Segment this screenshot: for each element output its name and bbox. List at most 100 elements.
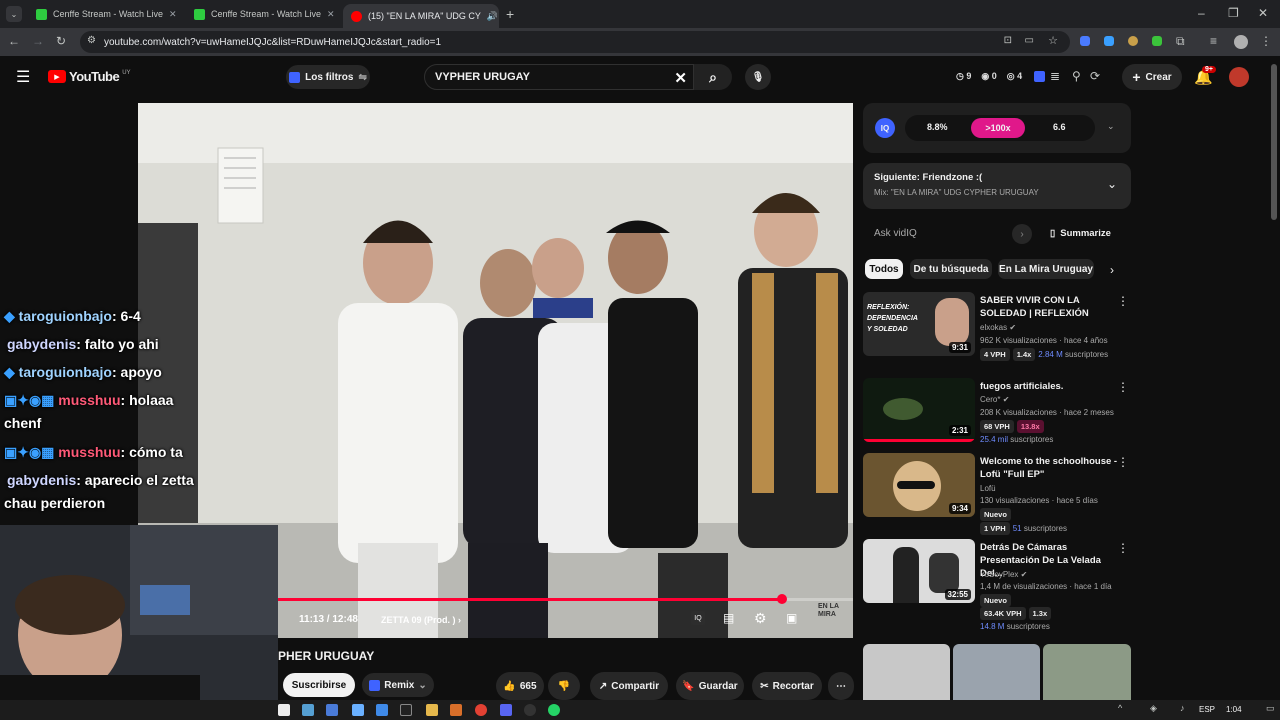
trophy-icon[interactable]: ⚲ bbox=[1072, 69, 1081, 83]
more-vert-icon[interactable]: ⋮ bbox=[1117, 455, 1129, 469]
tab-2[interactable]: Cenffe Stream - Watch Live ✕ bbox=[186, 3, 341, 25]
recommendation-item[interactable]: 9:34 Welcome to the schoolhouse - Lofü "… bbox=[863, 453, 1133, 535]
extension-icon[interactable] bbox=[1104, 36, 1114, 46]
short-thumbnail[interactable] bbox=[1043, 644, 1131, 700]
youtube-logo[interactable]: ▶ YouTube UY bbox=[48, 69, 131, 84]
tab-close-icon[interactable]: ✕ bbox=[169, 9, 177, 20]
discord-icon[interactable] bbox=[500, 704, 512, 716]
progress-bar[interactable] bbox=[278, 598, 853, 601]
minimize-icon[interactable]: – bbox=[1198, 6, 1205, 20]
chip-en-la-mira[interactable]: En La Mira Uruguay bbox=[998, 259, 1094, 279]
site-info-icon[interactable]: ⚙ bbox=[87, 35, 96, 46]
tray-chevron-icon[interactable]: ^ bbox=[1118, 703, 1122, 713]
whatsapp-icon[interactable] bbox=[548, 704, 560, 716]
app-icon[interactable] bbox=[352, 704, 364, 716]
channel-name[interactable]: Lofü bbox=[980, 484, 996, 493]
like-button[interactable]: 👍 665 bbox=[496, 672, 544, 700]
share-button[interactable]: ↗ Compartir bbox=[590, 672, 668, 700]
new-tab-icon[interactable]: + bbox=[506, 6, 514, 22]
more-actions-button[interactable]: ⋯ bbox=[828, 672, 854, 700]
extension-icon[interactable] bbox=[1128, 36, 1138, 46]
video-thumbnail[interactable]: 2:31 bbox=[863, 378, 975, 442]
start-icon[interactable] bbox=[278, 704, 290, 716]
settings-gear-icon[interactable]: ⚙ bbox=[754, 610, 767, 627]
tab-close-icon[interactable]: ✕ bbox=[327, 9, 335, 20]
up-next-panel[interactable]: Siguiente: Friendzone :( Mix: "EN LA MIR… bbox=[863, 163, 1131, 209]
dislike-button[interactable]: 👎 bbox=[548, 672, 580, 700]
channel-name[interactable]: YoSoyPlex ✔ bbox=[980, 570, 1027, 579]
create-button[interactable]: + Crear bbox=[1122, 64, 1182, 90]
browser-menu-icon[interactable]: ⋮ bbox=[1260, 34, 1272, 48]
vidiq-player-icon[interactable]: IQ bbox=[691, 611, 705, 625]
maximize-icon[interactable]: ❐ bbox=[1228, 6, 1239, 20]
app-icon[interactable] bbox=[400, 704, 412, 716]
menu-hamburger-icon[interactable]: ☰ bbox=[16, 67, 30, 87]
recommendation-item[interactable]: REFLEXIÓN: DEPENDENCIA Y SOLEDAD 9:31 SA… bbox=[863, 292, 1133, 364]
miniplayer-icon[interactable]: ▣ bbox=[786, 611, 797, 625]
chip-all[interactable]: Todos bbox=[865, 259, 903, 279]
account-avatar[interactable] bbox=[1229, 67, 1249, 87]
short-thumbnail[interactable] bbox=[863, 644, 950, 700]
chapter-button[interactable]: ZETTA 09 (Prod. ) › bbox=[381, 615, 461, 625]
more-vert-icon[interactable]: ⋮ bbox=[1117, 380, 1129, 394]
app-icon[interactable] bbox=[450, 704, 462, 716]
tab-1[interactable]: Cenffe Stream - Watch Live ✕ bbox=[28, 3, 180, 25]
address-bar[interactable]: ⚙ youtube.com/watch?v=uwHameIJQJc&list=R… bbox=[80, 31, 1070, 53]
close-window-icon[interactable]: ✕ bbox=[1258, 6, 1268, 20]
profile-avatar-icon[interactable] bbox=[1234, 35, 1248, 49]
forward-icon[interactable]: → bbox=[32, 34, 44, 48]
extension-icon[interactable] bbox=[1080, 36, 1090, 46]
app-icon[interactable] bbox=[524, 704, 536, 716]
list-icon[interactable]: ≣ bbox=[1050, 69, 1060, 83]
clear-search-icon[interactable]: ✕ bbox=[674, 69, 687, 87]
chrome-icon[interactable] bbox=[475, 704, 487, 716]
vidiq-icon[interactable] bbox=[1034, 71, 1045, 82]
volume-icon[interactable]: ♪ bbox=[1180, 703, 1185, 713]
folder-icon[interactable] bbox=[426, 704, 438, 716]
send-arrow-icon[interactable]: › bbox=[1012, 224, 1032, 244]
remix-button[interactable]: Remix ⌄ bbox=[362, 673, 434, 697]
refresh-icon[interactable]: ⟳ bbox=[1090, 69, 1100, 83]
app-icon[interactable] bbox=[326, 704, 338, 716]
clip-button[interactable]: ✂ Recortar bbox=[752, 672, 822, 700]
more-vert-icon[interactable]: ⋮ bbox=[1117, 541, 1129, 555]
short-thumbnail[interactable] bbox=[953, 644, 1040, 700]
clock[interactable]: 1:04 bbox=[1226, 705, 1242, 714]
progress-scrubber[interactable] bbox=[776, 594, 787, 604]
recommendation-item[interactable]: 2:31 fuegos artificiales. Cero* ✔ 208 K … bbox=[863, 378, 1133, 450]
bookmark-star-icon[interactable]: ☆ bbox=[1048, 34, 1058, 47]
voice-search-button[interactable]: 🎙 bbox=[745, 64, 771, 90]
tab-search-icon[interactable]: ⌄ bbox=[6, 6, 22, 22]
filters-button[interactable]: Los filtros ⇋ bbox=[286, 65, 370, 89]
app-icon[interactable] bbox=[376, 704, 388, 716]
channel-name[interactable]: Cero* ✔ bbox=[980, 395, 1009, 404]
ask-vidiq-input[interactable]: Ask vidIQ › bbox=[866, 223, 1036, 245]
chevron-right-icon[interactable]: › bbox=[1110, 263, 1114, 277]
video-thumbnail[interactable]: REFLEXIÓN: DEPENDENCIA Y SOLEDAD 9:31 bbox=[863, 292, 975, 356]
chip-from-search[interactable]: De tu búsqueda bbox=[910, 259, 992, 279]
app-icon[interactable] bbox=[302, 704, 314, 716]
notification-center-icon[interactable]: ▭ bbox=[1266, 703, 1275, 714]
extensions-puzzle-icon[interactable]: ⧉ bbox=[1176, 34, 1185, 49]
reload-icon[interactable]: ↻ bbox=[56, 34, 66, 48]
search-button[interactable]: ⌕ bbox=[694, 64, 732, 90]
cast-icon[interactable]: ▭ bbox=[1025, 35, 1034, 46]
channel-name[interactable]: elxokas ✔ bbox=[980, 323, 1016, 332]
summarize-button[interactable]: ▯ Summarize bbox=[1050, 228, 1111, 239]
video-thumbnail[interactable]: 9:34 bbox=[863, 453, 975, 517]
network-icon[interactable]: ◈ bbox=[1150, 703, 1157, 714]
recommendation-item[interactable]: 32:55 Detrás De Cámaras Presentación De … bbox=[863, 539, 1133, 631]
chevron-down-icon[interactable]: ⌄ bbox=[1107, 177, 1117, 191]
search-input[interactable]: VYPHER URUGAY ✕ bbox=[424, 64, 694, 90]
extension-icon[interactable] bbox=[1152, 36, 1162, 46]
audio-icon[interactable]: 🔊 bbox=[487, 11, 498, 22]
save-button[interactable]: 🔖 Guardar bbox=[676, 672, 744, 700]
tab-3-active[interactable]: (15) "EN LA MIRA" UDG CY 🔊 ✕ bbox=[343, 4, 499, 28]
subscribe-button[interactable]: Suscribirse bbox=[283, 673, 355, 697]
reading-list-icon[interactable]: ≡ bbox=[1210, 34, 1217, 48]
more-vert-icon[interactable]: ⋮ bbox=[1117, 294, 1129, 308]
back-icon[interactable]: ← bbox=[8, 34, 20, 48]
install-icon[interactable]: ⊡ bbox=[1004, 35, 1012, 46]
page-scrollbar[interactable] bbox=[1271, 64, 1277, 220]
subtitles-icon[interactable]: ▤ bbox=[723, 611, 734, 625]
